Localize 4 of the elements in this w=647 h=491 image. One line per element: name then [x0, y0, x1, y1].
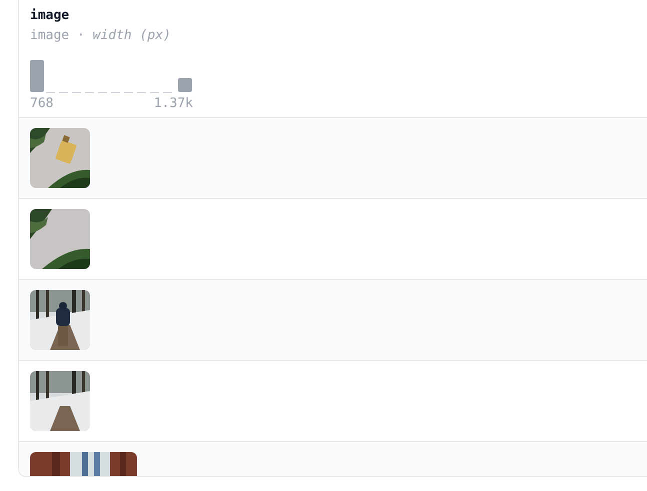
max-label: 1.37k — [154, 95, 193, 113]
min-label: 768 — [30, 95, 54, 113]
column-type: image · width (px) — [30, 27, 171, 45]
column-name: image — [30, 7, 70, 25]
